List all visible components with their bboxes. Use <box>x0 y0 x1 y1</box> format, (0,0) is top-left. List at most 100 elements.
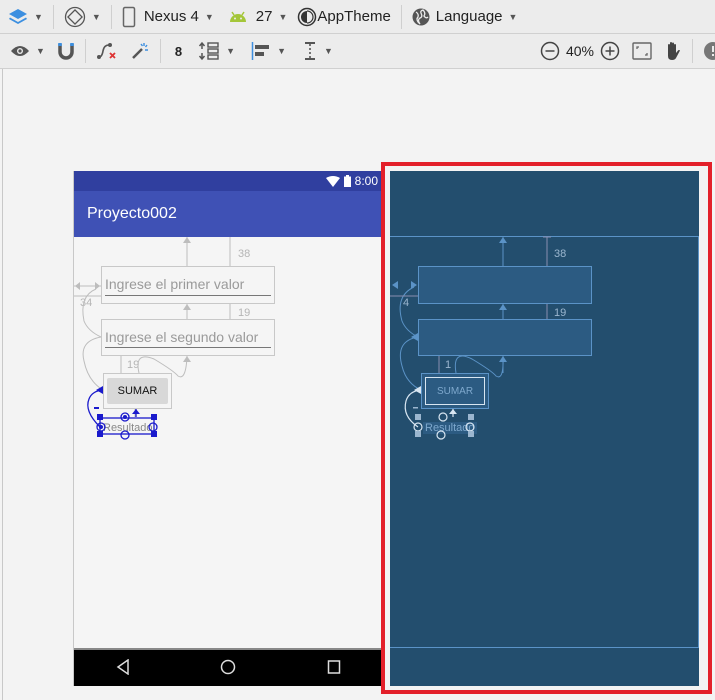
margin-label: 19 <box>127 359 140 371</box>
blueprint-surface[interactable]: 38 4 19 1 SUMAR Resultado <box>390 171 699 686</box>
toolbar-separator <box>84 39 86 63</box>
guideline-icon <box>302 41 318 61</box>
app-title: Proyecto002 <box>87 205 177 222</box>
chevron-down-icon: ▼ <box>277 46 286 56</box>
margin-label: 19 <box>554 307 567 319</box>
back-icon[interactable] <box>116 658 130 680</box>
blueprint-second-field[interactable] <box>418 319 592 356</box>
blueprint-appbar-boundary <box>390 236 699 237</box>
layers-dropdown[interactable]: ▼ <box>0 0 47 33</box>
device-label: Nexus 4 <box>143 8 199 25</box>
blueprint-first-field[interactable] <box>418 266 592 304</box>
toolbar-separator <box>159 39 161 63</box>
phone-device-icon <box>122 6 136 28</box>
clear-constraints-button[interactable] <box>92 34 122 68</box>
blueprint-sumar-label: SUMAR <box>425 377 485 405</box>
magnet-icon <box>57 42 75 60</box>
magic-wand-icon <box>130 41 150 61</box>
panel-divider[interactable] <box>2 69 3 700</box>
theme-icon <box>297 7 317 27</box>
blueprint-constraints-overlay <box>390 236 551 440</box>
pack-dropdown[interactable]: ▼ <box>194 34 239 68</box>
autoconnect-toggle[interactable] <box>53 34 79 68</box>
warnings-button[interactable] <box>699 34 715 68</box>
second-value-hint: Ingrese el segundo valor <box>105 329 259 345</box>
theme-button[interactable]: AppTheme <box>293 0 394 33</box>
chevron-down-icon: ▼ <box>34 11 43 22</box>
chevron-down-icon: ▼ <box>226 46 236 56</box>
api-level-label: 27 <box>255 8 273 25</box>
api-level-dropdown[interactable]: 27 ▼ <box>224 0 292 33</box>
first-value-hint: Ingrese el primer valor <box>105 276 245 292</box>
margin-label: 38 <box>554 248 567 260</box>
wifi-icon <box>325 175 340 187</box>
zoom-in-button[interactable] <box>596 34 624 68</box>
blueprint-sumar-button[interactable]: SUMAR <box>421 373 489 409</box>
pack-icon <box>198 41 220 61</box>
home-icon[interactable] <box>220 659 236 680</box>
sumar-button[interactable]: SUMAR <box>103 373 172 409</box>
zoom-out-icon <box>540 41 560 61</box>
result-textview[interactable]: Resultado <box>103 422 153 434</box>
chevron-down-icon: ▼ <box>204 11 214 22</box>
first-value-field[interactable]: Ingrese el primer valor <box>101 266 275 304</box>
pan-button[interactable] <box>660 34 686 68</box>
toolbar-separator <box>692 39 693 63</box>
guidelines-dropdown[interactable]: ▼ <box>298 34 337 68</box>
zoom-level: 40% <box>565 43 594 59</box>
field-underline <box>105 295 271 296</box>
field-underline <box>105 347 271 348</box>
toolbar-separator <box>52 4 54 29</box>
blueprint-right-boundary <box>698 236 699 647</box>
layers-icon <box>8 8 28 26</box>
design-toolbar-bottom: ▼ 8 ▼ ▼ ▼ 40% <box>0 34 715 69</box>
globe-icon <box>412 8 430 26</box>
chevron-down-icon: ▼ <box>508 11 518 22</box>
chevron-down-icon: ▼ <box>36 46 45 56</box>
zoom-out-button[interactable] <box>536 34 564 68</box>
status-bar: 8:00 <box>74 171 382 191</box>
chevron-down-icon: ▼ <box>278 11 288 22</box>
margin-label: 19 <box>238 307 251 319</box>
clear-constraints-icon <box>96 41 118 61</box>
default-margin-value: 8 <box>174 43 183 59</box>
fit-screen-icon <box>632 42 652 60</box>
zoom-to-fit-button[interactable] <box>628 34 656 68</box>
margin-label: 34 <box>80 297 93 309</box>
orientation-dropdown[interactable]: ▼ <box>60 0 105 33</box>
blueprint-navbar-boundary <box>390 647 699 648</box>
design-surface[interactable]: 8:00 Proyecto002 38 34 19 19 Ingrese el … <box>73 171 382 686</box>
recents-icon[interactable] <box>327 659 341 680</box>
design-toolbar-top: ▼ ▼ Nexus 4 ▼ 27 ▼ AppTheme Language ▼ <box>0 0 715 34</box>
battery-icon <box>343 175 351 187</box>
rotate-device-icon <box>64 6 86 28</box>
device-dropdown[interactable]: Nexus 4 ▼ <box>118 0 218 33</box>
toolbar-separator <box>400 4 402 29</box>
view-options-dropdown[interactable]: ▼ <box>0 34 49 68</box>
chevron-down-icon: ▼ <box>324 46 333 56</box>
theme-label: AppTheme <box>317 8 391 25</box>
sumar-button-label: SUMAR <box>107 378 168 404</box>
default-margin-button[interactable]: 8 <box>171 34 186 68</box>
infer-constraints-button[interactable] <box>126 34 154 68</box>
constraints-overlay <box>74 237 231 440</box>
second-value-field[interactable]: Ingrese el segundo valor <box>101 319 275 356</box>
align-dropdown[interactable]: ▼ <box>247 34 290 68</box>
blueprint-result-textview[interactable]: Resultado <box>423 422 477 434</box>
status-time: 8:00 <box>354 174 378 188</box>
app-bar: Proyecto002 <box>74 191 382 237</box>
margin-label: 4 <box>403 297 410 309</box>
android-icon <box>228 11 248 23</box>
margin-label: 38 <box>238 248 251 260</box>
chevron-down-icon: ▼ <box>91 11 101 22</box>
hand-icon <box>664 41 682 61</box>
align-left-icon <box>251 41 271 61</box>
zoom-in-icon <box>600 41 620 61</box>
language-label: Language <box>435 8 503 25</box>
warning-icon <box>703 41 715 61</box>
navigation-bar <box>74 648 382 686</box>
toolbar-separator <box>110 4 112 29</box>
eye-icon <box>10 44 30 58</box>
language-dropdown[interactable]: Language ▼ <box>408 0 522 33</box>
margin-label: 1 <box>445 359 452 371</box>
